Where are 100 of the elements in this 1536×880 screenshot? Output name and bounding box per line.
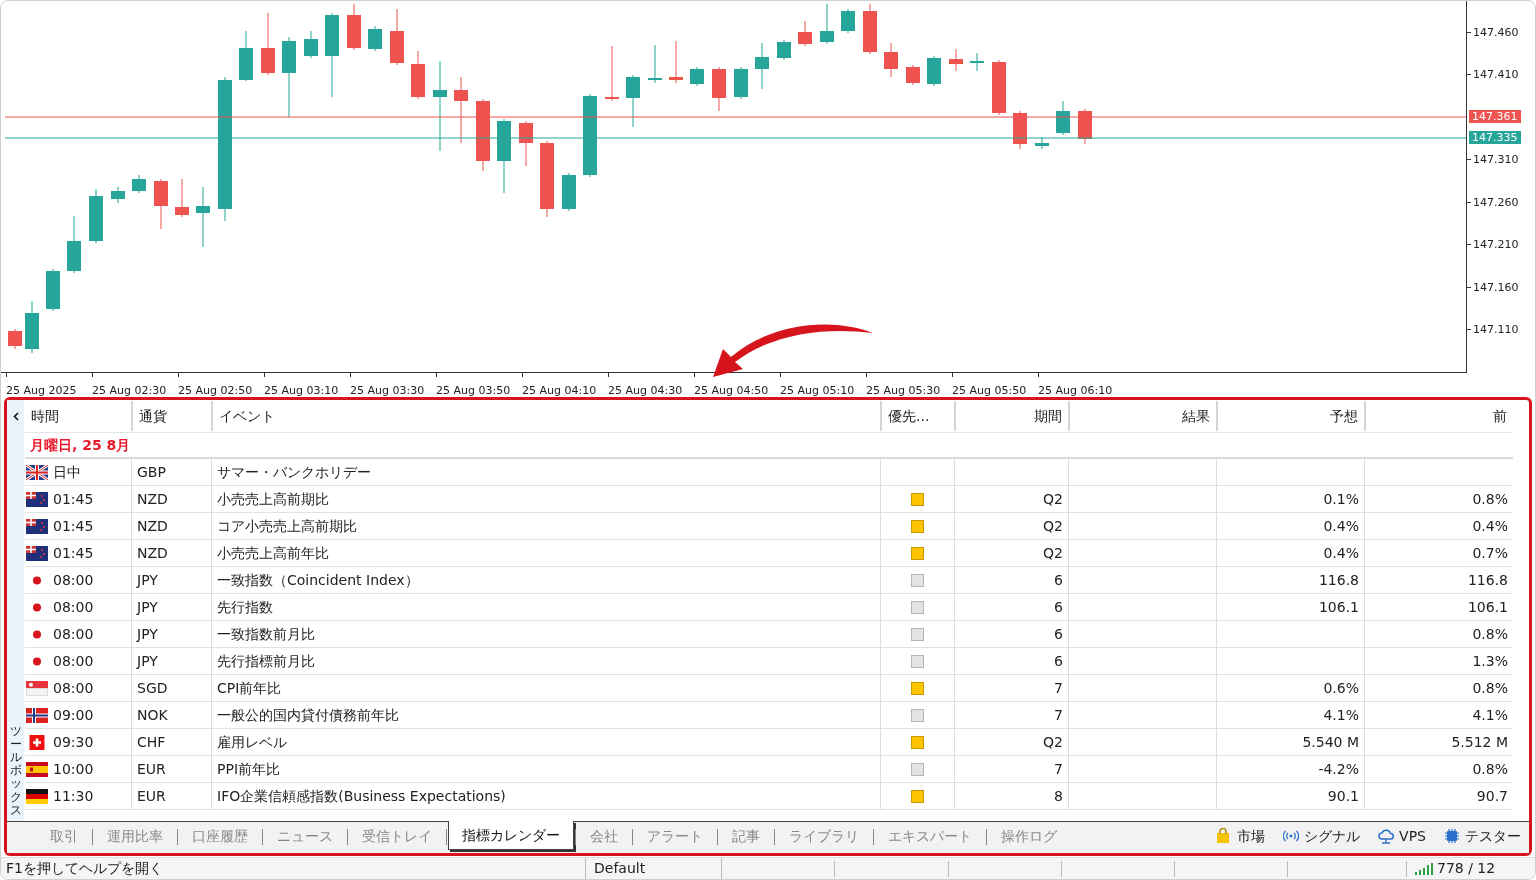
table-cell-text: Q2 (1043, 732, 1063, 752)
cloud-icon (1378, 828, 1395, 844)
service-link[interactable]: VPS (1378, 825, 1426, 847)
price-axis-label: 147.210 (1473, 239, 1519, 250)
table-cell-text: 6 (1054, 651, 1063, 671)
price-axis-label: 147.460 (1473, 27, 1519, 38)
candlestick (196, 187, 210, 247)
event-name: IFO企業信頼感指数(Business Expectations) (217, 786, 506, 806)
time-axis-label: 25 Aug 05:50 (952, 384, 1027, 397)
table-cell-text: JPY (137, 597, 158, 617)
candlestick (25, 301, 39, 353)
table-cell-text: 08:00 (53, 597, 94, 617)
candlestick (454, 77, 468, 143)
service-link[interactable]: シグナル (1283, 825, 1361, 847)
price-axis-label: 147.160 (1473, 282, 1519, 293)
event-name: CPI前年比 (217, 678, 282, 698)
table-cell-text: 08:00 (53, 570, 94, 590)
table-cell-text: Q2 (1043, 543, 1063, 563)
time-axis-label: 25 Aug 02:30 (92, 384, 167, 397)
time-axis-label: 25 Aug 04:30 (608, 384, 683, 397)
candlestick (1056, 101, 1070, 135)
price-axis-label: 147.260 (1473, 197, 1519, 208)
toolbox-title: ツールボックス (9, 724, 22, 817)
table-cell-text: 08:00 (53, 651, 94, 671)
candlestick (927, 56, 941, 86)
time-axis-label: 25 Aug 04:10 (522, 384, 597, 397)
candlestick (841, 9, 855, 33)
event-name: 小売売上高前年比 (217, 543, 329, 563)
candlestick (690, 67, 704, 86)
time-axis-label: 25 Aug 03:30 (350, 384, 425, 397)
table-cell-text: 90.7 (1476, 786, 1508, 806)
candlestick (154, 179, 168, 229)
candlestick (755, 43, 769, 89)
event-name: 先行指数 (217, 597, 273, 617)
date-header: 月曜日, 25 8月 (30, 435, 131, 455)
collapse-icon[interactable] (12, 412, 19, 421)
price-axis-label: 147.110 (1473, 324, 1519, 335)
column-header[interactable]: 前 (1493, 405, 1507, 427)
time-axis-label: 25 Aug 02:50 (178, 384, 253, 397)
table-cell-text: EUR (137, 759, 166, 779)
table-cell-text: 09:00 (53, 705, 94, 725)
event-name: 一致指数前月比 (217, 624, 315, 644)
table-cell-text: 0.8% (1472, 624, 1508, 644)
table-cell-text: NZD (137, 489, 168, 509)
candlestick (111, 187, 125, 203)
table-cell-text: 7 (1054, 678, 1063, 698)
table-cell-text: 0.1% (1323, 489, 1359, 509)
table-cell-text: 0.8% (1472, 489, 1508, 509)
candlestick (906, 65, 920, 85)
event-name: 一致指数（Coincident Index） (217, 570, 419, 590)
candlestick (8, 329, 22, 349)
candlestick (777, 40, 791, 60)
column-header[interactable]: 期間 (1034, 405, 1062, 427)
time-axis-label: 25 Aug 04:50 (694, 384, 769, 397)
signal-icon (1283, 828, 1300, 844)
candlestick (669, 41, 683, 83)
candlestick (239, 31, 253, 81)
table-cell-text: NZD (137, 543, 168, 563)
column-header[interactable]: 予想 (1330, 405, 1358, 427)
price-axis-label: 147.410 (1473, 69, 1519, 80)
table-cell-text: SGD (137, 678, 168, 698)
price-tag: 147.361 (1469, 110, 1521, 123)
table-cell-text: 106.1 (1467, 597, 1508, 617)
bottom-tab[interactable]: 指標カレンダー (448, 821, 574, 850)
table-cell-text: 5.540 M (1302, 732, 1359, 752)
table-cell-text: 90.1 (1327, 786, 1359, 806)
candlestick (519, 121, 533, 166)
table-cell-text: NOK (137, 705, 168, 725)
event-name: 雇用レベル (217, 732, 287, 752)
event-name: PPI前年比 (217, 759, 280, 779)
table-cell-text: NZD (137, 516, 168, 536)
table-cell-text: 116.8 (1467, 570, 1508, 590)
column-header[interactable]: イベント (219, 405, 275, 427)
event-name: 一般公的国内貸付債務前年比 (217, 705, 399, 725)
candlestick (132, 175, 146, 193)
table-cell-text: JPY (137, 651, 158, 671)
table-cell-text: 08:00 (53, 624, 94, 644)
candlestick (863, 4, 877, 54)
event-name: 先行指標前月比 (217, 651, 315, 671)
table-cell-text: JPY (137, 624, 158, 644)
service-link[interactable]: テスター (1444, 825, 1521, 847)
table-cell-text: 0.6% (1323, 678, 1359, 698)
table-cell-text: 0.4% (1323, 543, 1359, 563)
event-name: コア小売売上高前期比 (217, 516, 357, 536)
column-header[interactable]: 時間 (31, 405, 59, 427)
candlestick (46, 269, 60, 311)
column-header[interactable]: 優先... (888, 405, 930, 427)
status-help-text: F1を押してヘルプを開く (1, 858, 586, 879)
table-cell-text: 08:00 (53, 678, 94, 698)
candlestick (476, 99, 490, 171)
service-link[interactable]: 市場 (1216, 825, 1266, 847)
column-header[interactable]: 通貨 (139, 405, 167, 427)
table-cell-text: CHF (137, 732, 166, 752)
table-cell-text: 7 (1054, 759, 1063, 779)
candlestick (970, 53, 984, 71)
table-cell-text: -4.2% (1318, 759, 1359, 779)
candlestick (411, 51, 425, 99)
column-header[interactable]: 結果 (1182, 405, 1210, 427)
candlestick (390, 9, 404, 65)
table-cell-text: 7 (1054, 705, 1063, 725)
